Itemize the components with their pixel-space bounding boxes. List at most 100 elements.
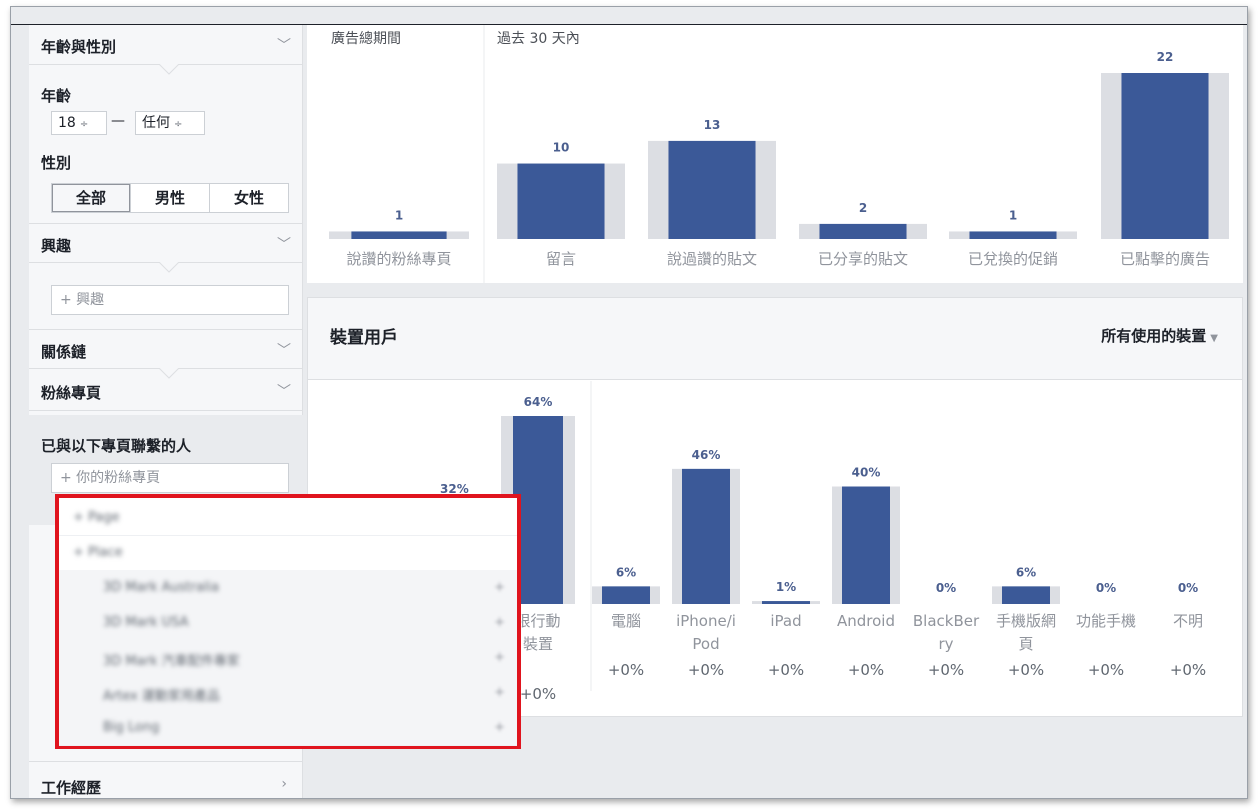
category-label: BlackBer (913, 612, 980, 630)
device-panel-title: 裝置用戶 (330, 328, 398, 348)
bar-value-label: 1 (1009, 208, 1017, 222)
popup-list-item[interactable]: 3D Mark Australia + (59, 570, 517, 606)
bar (842, 486, 890, 604)
device-panel-header: 裝置用戶 所有使用的裝置 ▼ (308, 298, 1242, 380)
device-filter-label: 所有使用的裝置 (1101, 327, 1207, 345)
section-notch (159, 262, 179, 273)
gender-option-male[interactable]: 男性 (131, 184, 210, 212)
bar (1002, 586, 1050, 604)
activity-panel: 廣告總期間 過去 30 天內 1 說讚的粉絲專頁 10 留言 13 說過讚的貼文 2 已分享的貼文… (307, 25, 1243, 283)
chevron-down-icon[interactable]: ﹀ (277, 381, 291, 401)
bar-value-label: 64% (524, 395, 553, 409)
change-label: +0% (688, 661, 724, 679)
page-suggestion-popup: + Page + Place 3D Mark Australia +3D Mark U… (55, 494, 521, 749)
popup-item-label: 3D Mark 汽車配件專家 (103, 654, 240, 669)
category-label: 手機版網 (996, 612, 1056, 630)
interests-input[interactable]: + 興趣 (51, 285, 289, 315)
bar-value-label: 10 (553, 141, 570, 155)
section-work[interactable]: 工作經歷 › (29, 761, 303, 798)
caret-down-icon: ▼ (1210, 333, 1218, 344)
group-header-30d: 過去 30 天內 (497, 31, 580, 47)
add-icon[interactable]: + (494, 685, 505, 700)
section-relationship-title: 關係鏈 (41, 343, 87, 361)
bar (602, 586, 650, 604)
popup-item-label: Big Long (103, 720, 160, 735)
category-label: 說讚的粉絲專頁 (346, 250, 451, 268)
section-age-gender-title: 年齡與性別 (41, 38, 117, 56)
section-pages[interactable]: 粉絲專頁 ﹀ (29, 371, 303, 411)
age-label: 年齡 (41, 87, 72, 105)
section-work-title: 工作經歷 (41, 779, 102, 797)
bar-value-label: 6% (616, 565, 636, 579)
bar-value-label: 40% (852, 466, 881, 480)
select-arrow-icon: ÷ (79, 119, 89, 130)
bar (762, 601, 810, 604)
age-min-select[interactable]: 18 ÷ (51, 111, 107, 135)
change-label: +0% (1170, 661, 1206, 679)
change-label: +0% (848, 661, 884, 679)
category-label: Android (837, 612, 895, 630)
bar-value-label: 6% (1016, 565, 1036, 579)
section-interests[interactable]: 興趣 ﹀ (29, 223, 303, 263)
popup-list-item[interactable]: 3D Mark USA + (59, 605, 517, 641)
bar-value-label: 0% (1096, 581, 1116, 595)
change-label: +0% (1008, 661, 1044, 679)
bar (517, 163, 605, 239)
popup-list-item[interactable]: Big Long + (59, 710, 517, 746)
chevron-right-icon[interactable]: › (281, 776, 287, 792)
chevron-down-icon[interactable]: ﹀ (277, 234, 291, 254)
device-filter-dropdown[interactable]: 所有使用的裝置 ▼ (1101, 325, 1218, 346)
category-label: 不明 (1173, 612, 1203, 630)
app-frame: 年齡與性別 ﹀ 年齡 18 ÷ — 任何 ÷ 性別 全部 男性 女性 興趣 ﹀ + … (10, 6, 1248, 799)
age-max-select[interactable]: 任何 ÷ (135, 111, 205, 135)
connected-label: 已與以下專頁聯繫的人 (41, 437, 192, 455)
bar (1121, 73, 1209, 239)
add-icon[interactable]: + (494, 615, 505, 630)
bar (668, 140, 756, 239)
change-label: +0% (608, 661, 644, 679)
section-notch (159, 64, 179, 75)
category-label: 已兌換的促銷 (968, 250, 1058, 268)
add-icon[interactable]: + (494, 650, 505, 665)
change-label: +0% (768, 661, 804, 679)
category-label: iPhone/i (676, 612, 736, 630)
category-label: 已點擊的廣告 (1120, 250, 1210, 268)
add-icon[interactable]: + (494, 580, 505, 595)
category-label: 電腦 (611, 612, 641, 630)
popup-item-label: + Page (73, 510, 120, 525)
bar-value-label: 1 (395, 208, 403, 222)
popup-item-label: Artex 運動家用產品 (103, 689, 220, 704)
category-label: 留言 (546, 250, 576, 268)
category-label: 已分享的貼文 (818, 250, 908, 268)
bar-value-label: 1% (776, 580, 796, 594)
popup-list-item[interactable]: Artex 運動家用產品 + (59, 675, 517, 711)
activity-chart: 廣告總期間 過去 30 天內 1 說讚的粉絲專頁 10 留言 13 說過讚的貼文 2 已分享的貼文… (307, 25, 1243, 283)
popup-list-item[interactable]: + Place (59, 535, 517, 571)
bar-value-label: 13 (704, 118, 721, 132)
category-label: ry (938, 635, 953, 653)
section-age-gender[interactable]: 年齡與性別 ﹀ (29, 25, 303, 65)
category-label: 說過讚的貼文 (667, 250, 757, 268)
bar (819, 223, 907, 239)
select-arrow-icon: ÷ (174, 119, 183, 130)
age-range-dash: — (111, 113, 125, 129)
section-relationship[interactable]: 關係鏈 ﹀ (29, 329, 303, 369)
gender-option-female[interactable]: 女性 (210, 184, 288, 212)
bar (969, 231, 1057, 239)
popup-list-item[interactable]: 3D Mark 汽車配件專家 + (59, 640, 517, 676)
category-label: 限行動 (515, 612, 560, 630)
chevron-down-icon[interactable]: ﹀ (277, 35, 291, 55)
change-label: +0% (520, 685, 556, 703)
chevron-down-icon[interactable]: ﹀ (277, 340, 291, 360)
gender-option-all[interactable]: 全部 (52, 184, 131, 212)
bar (682, 468, 730, 604)
bar-value-label: 46% (692, 448, 721, 462)
gender-segmented-control: 全部 男性 女性 (51, 183, 289, 213)
your-pages-input[interactable]: + 你的粉絲專頁 (51, 463, 289, 493)
group-header-total: 廣告總期間 (331, 30, 401, 47)
add-icon[interactable]: + (494, 720, 505, 735)
popup-list-item[interactable]: + Page (59, 500, 517, 536)
category-label: 頁 (1018, 635, 1033, 653)
section-interests-title: 興趣 (41, 237, 72, 255)
bar-value-label: 0% (936, 581, 956, 595)
